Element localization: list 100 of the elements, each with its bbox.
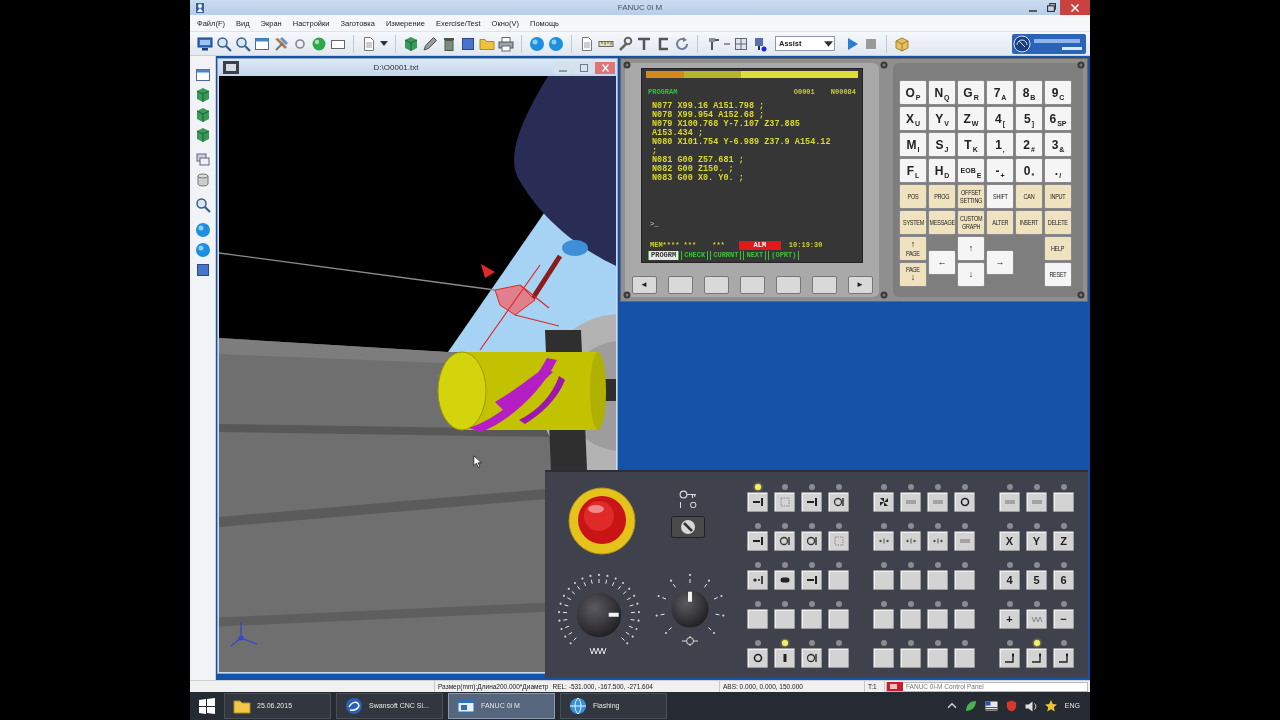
- key-icon: [679, 490, 697, 499]
- panel-button[interactable]: [747, 492, 768, 512]
- rotate-icon[interactable]: [674, 35, 690, 52]
- disc-icon[interactable]: [311, 35, 327, 52]
- minimize-button[interactable]: [553, 61, 573, 74]
- close-button[interactable]: [595, 61, 615, 74]
- cylinder-icon[interactable]: [194, 172, 211, 188]
- close-button[interactable]: [1060, 0, 1090, 15]
- panel-button[interactable]: [828, 492, 849, 512]
- chevron-up-icon[interactable]: [946, 703, 957, 709]
- cube-icon[interactable]: [194, 127, 211, 143]
- windows-logo-icon[interactable]: [199, 698, 215, 714]
- dotted-square-icon: [778, 497, 791, 507]
- panel-button[interactable]: 4: [999, 570, 1020, 590]
- panel-button[interactable]: [774, 648, 795, 668]
- speaker-icon[interactable]: [1024, 700, 1037, 712]
- star-icon[interactable]: [1044, 700, 1057, 712]
- softkey-button[interactable]: [775, 276, 801, 294]
- softkey-button[interactable]: [667, 276, 693, 294]
- panel-button[interactable]: [801, 531, 822, 551]
- leaf-icon[interactable]: [964, 700, 977, 712]
- sphere-icon[interactable]: [194, 222, 211, 238]
- box-icon[interactable]: [894, 35, 910, 52]
- rotary-knob[interactable]: [671, 590, 709, 628]
- cube-icon[interactable]: [194, 107, 211, 123]
- window-icon[interactable]: [223, 61, 239, 74]
- panel-button[interactable]: 6: [1053, 570, 1074, 590]
- softkey-button[interactable]: ►: [847, 276, 873, 294]
- cursor-key[interactable]: ↓: [957, 262, 985, 287]
- panel-button[interactable]: [774, 570, 795, 590]
- panel-button[interactable]: 5: [1026, 570, 1047, 590]
- monitor-icon[interactable]: [197, 35, 213, 52]
- panel-button[interactable]: X: [999, 531, 1020, 551]
- dash-icon[interactable]: [724, 42, 730, 45]
- cursor-key[interactable]: →: [986, 249, 1014, 275]
- panel-button[interactable]: [1026, 648, 1047, 668]
- grid-icon[interactable]: [733, 35, 749, 52]
- page-icon[interactable]: [579, 35, 595, 52]
- mouse-pointer-icon: [473, 455, 482, 469]
- sphere-icon[interactable]: [548, 35, 564, 52]
- panel-button[interactable]: [954, 492, 975, 512]
- panel-button[interactable]: [747, 570, 768, 590]
- softkey-button[interactable]: [703, 276, 729, 294]
- program-line: N079 X100.768 Y-7.107 Z37.885: [652, 120, 801, 129]
- panel-button[interactable]: Y: [1026, 531, 1047, 551]
- panel-button[interactable]: [774, 531, 795, 551]
- key-switch[interactable]: [671, 516, 705, 538]
- panel-button[interactable]: [747, 648, 768, 668]
- magnifier-icon[interactable]: [235, 35, 251, 52]
- corner-icon: [1003, 653, 1016, 663]
- cursor-key[interactable]: ←: [928, 249, 956, 275]
- circle-bar-icon: [832, 497, 845, 507]
- window-icon[interactable]: [254, 35, 270, 52]
- shield-icon[interactable]: [1005, 700, 1017, 712]
- page-icon[interactable]: [361, 35, 377, 52]
- program-line: N080 X101.754 Y-6.989 Z37.9 A154.12: [652, 138, 832, 147]
- panel-button[interactable]: [747, 531, 768, 551]
- t-shape-icon[interactable]: [636, 35, 652, 52]
- cursor-key[interactable]: ↑: [957, 236, 985, 261]
- line-bar-icon: [805, 575, 818, 585]
- panel-button[interactable]: −: [1053, 609, 1074, 629]
- emergency-stop-button[interactable]: [568, 487, 636, 555]
- window-icon[interactable]: [194, 67, 211, 83]
- window-icon: [457, 697, 475, 715]
- wrench-icon[interactable]: [617, 35, 633, 52]
- square-icon[interactable]: [460, 35, 476, 52]
- layers-icon[interactable]: [194, 152, 211, 168]
- magnifier-icon[interactable]: [194, 197, 211, 213]
- close-icon: [601, 63, 609, 72]
- printer-icon[interactable]: [498, 35, 514, 52]
- softkey-button[interactable]: ◄: [631, 276, 657, 294]
- panel-button[interactable]: [801, 570, 822, 590]
- sphere-icon[interactable]: [529, 35, 545, 52]
- circle-bar-icon: [805, 536, 818, 546]
- panel-button[interactable]: +: [999, 609, 1020, 629]
- cube-icon[interactable]: [403, 35, 419, 52]
- caret-icon[interactable]: [380, 41, 388, 46]
- maximize-button[interactable]: [574, 61, 594, 74]
- minimize-icon: [1029, 9, 1037, 12]
- panel-button[interactable]: [873, 492, 894, 512]
- circle-bar-icon: [778, 536, 791, 546]
- pencil-icon[interactable]: [422, 35, 438, 52]
- flag-icon[interactable]: [984, 701, 998, 711]
- bin-icon[interactable]: [441, 35, 457, 52]
- panel-button[interactable]: [801, 648, 822, 668]
- tools-icon[interactable]: [273, 35, 289, 52]
- zigzag-icon: [1030, 614, 1043, 624]
- globe-icon: [569, 697, 587, 715]
- probe-icon[interactable]: [752, 35, 768, 52]
- program-line: ;: [652, 147, 659, 156]
- switch-label: I: [679, 500, 682, 510]
- panel-button[interactable]: Z: [1053, 531, 1074, 551]
- cube-icon[interactable]: [194, 87, 211, 103]
- panel-button[interactable]: [801, 492, 822, 512]
- panel-button[interactable]: [999, 648, 1020, 668]
- panel-button[interactable]: [1053, 648, 1074, 668]
- softkey-button[interactable]: [739, 276, 765, 294]
- magnifier-icon[interactable]: [216, 35, 232, 52]
- square-icon[interactable]: [194, 262, 211, 278]
- softkey-button[interactable]: [811, 276, 837, 294]
